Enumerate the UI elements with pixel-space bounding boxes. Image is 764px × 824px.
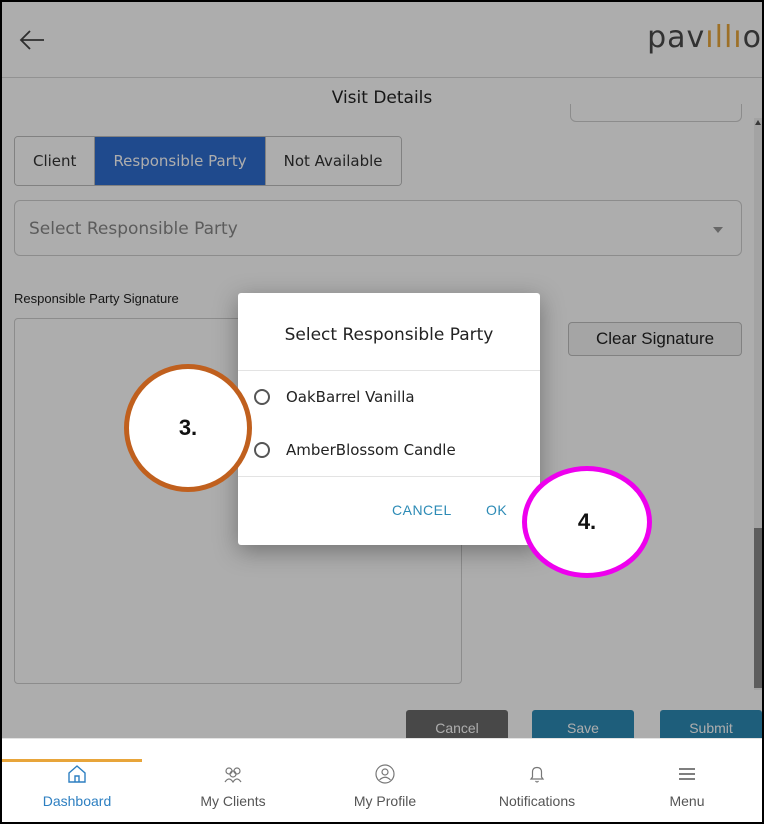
dialog-title: Select Responsible Party (284, 325, 494, 345)
radio-button[interactable] (254, 442, 270, 458)
nav-label-my-profile: My Profile (353, 793, 417, 809)
radio-button[interactable] (254, 389, 270, 405)
nav-label-menu: Menu (669, 793, 705, 809)
dialog-ok-button[interactable]: OK (486, 502, 507, 518)
nav-label-notifications: Notifications (498, 793, 576, 809)
step-3-annotation: 3. (124, 364, 252, 492)
dialog-cancel-button[interactable]: CANCEL (392, 502, 452, 518)
dialog-divider (238, 370, 540, 371)
step-4-annotation: 4. (522, 466, 652, 578)
nav-item-my-clients[interactable]: My Clients (158, 763, 308, 809)
dialog-option-label: AmberBlossom Candle (286, 441, 456, 459)
home-icon (68, 765, 86, 783)
bottom-nav: Dashboard My Clients My Profile Notifica… (2, 738, 762, 822)
nav-item-my-profile[interactable]: My Profile (310, 763, 460, 809)
nav-item-menu[interactable]: Menu (612, 763, 762, 809)
bell-icon (529, 766, 545, 783)
nav-item-notifications[interactable]: Notifications (462, 763, 612, 809)
nav-item-dashboard[interactable]: Dashboard (2, 763, 152, 809)
select-responsible-party-dialog: Select Responsible Party OakBarrel Vanil… (238, 293, 540, 545)
dialog-option[interactable]: AmberBlossom Candle (254, 438, 456, 462)
dialog-option[interactable]: OakBarrel Vanilla (254, 385, 415, 409)
clients-icon (224, 767, 242, 784)
nav-label-dashboard: Dashboard (42, 793, 112, 809)
profile-icon (375, 764, 395, 784)
dialog-divider (238, 476, 540, 477)
dialog-option-label: OakBarrel Vanilla (286, 388, 415, 406)
nav-label-my-clients: My Clients (200, 793, 266, 809)
active-tab-indicator (2, 759, 142, 762)
hamburger-icon (679, 768, 695, 780)
app-frame: pavıllıo Visit Details Client Responsibl… (0, 0, 764, 824)
